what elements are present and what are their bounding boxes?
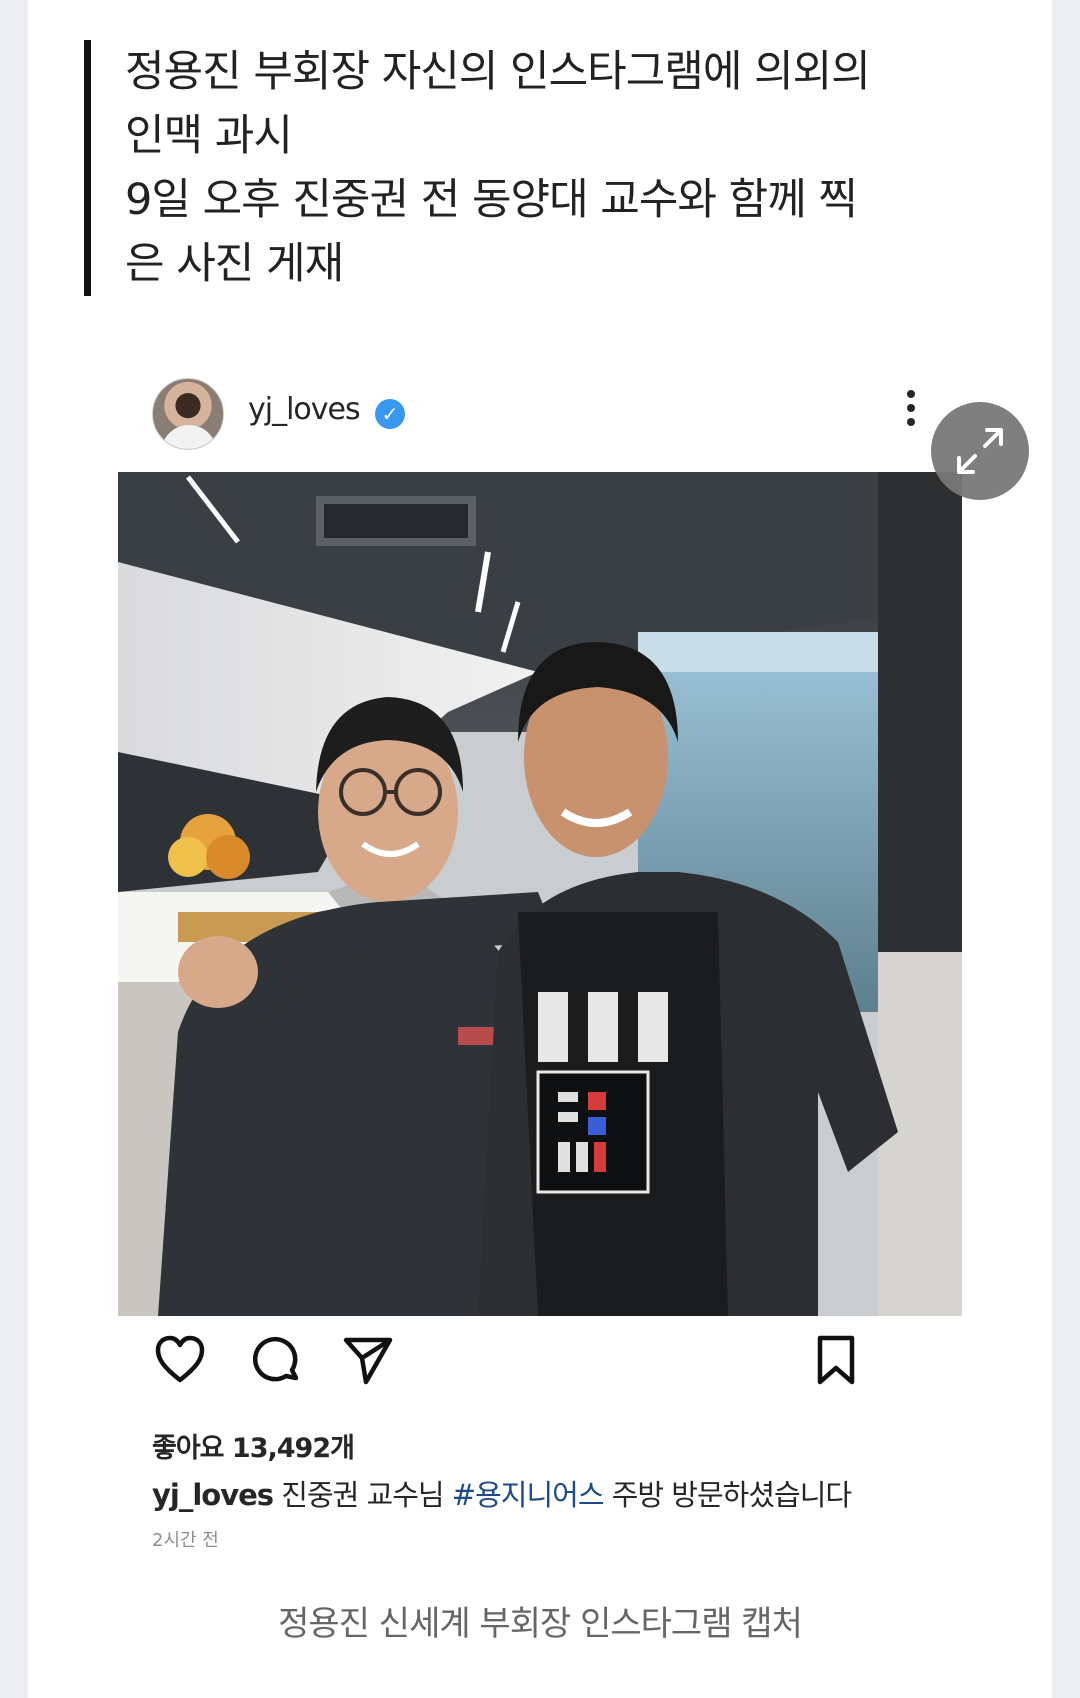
post-caption: yj_loves 진중권 교수님 #용지니어스 주방 방문하셨습니다 [152, 1472, 852, 1514]
post-photo [118, 472, 962, 1316]
caption-hashtag: #용지니어스 [451, 1478, 605, 1512]
summary-line: 9일 오후 진중권 전 동양대 교수와 함께 찍 [125, 175, 858, 225]
avatar [152, 378, 224, 450]
send-icon[interactable] [340, 1332, 396, 1388]
summary-line: 은 사진 게재 [125, 239, 344, 289]
instagram-post-screenshot: yj_loves ✓ 좋아요 13,492개 yj_loves 진중권 교수님 … [118, 372, 962, 1560]
post-time: 2시간 전 [152, 1530, 219, 1551]
caption-text: 진중권 교수님 [273, 1478, 452, 1512]
post-header: yj_loves ✓ [118, 372, 962, 472]
caption-username: yj_loves [152, 1478, 274, 1512]
comment-icon[interactable] [248, 1332, 304, 1388]
more-options-icon [904, 390, 918, 432]
post-username: yj_loves [248, 392, 361, 427]
expand-image-button[interactable] [931, 402, 1029, 500]
caption-text-end: 주방 방문하셨습니다 [603, 1478, 852, 1512]
photo-two-men-in-kitchen [118, 472, 962, 1316]
post-actions [118, 1332, 962, 1412]
article-body: 정용진 부회장 자신의 인스타그램에 의외의 인맥 과시 9일 오후 진중권 전… [28, 0, 1052, 1698]
article-summary: 정용진 부회장 자신의 인스타그램에 의외의 인맥 과시 9일 오후 진중권 전… [84, 40, 1014, 296]
expand-arrows-icon [957, 428, 1003, 474]
summary-line: 정용진 부회장 자신의 인스타그램에 의외의 [125, 47, 871, 97]
bookmark-icon[interactable] [808, 1332, 864, 1388]
verified-badge-icon: ✓ [375, 399, 405, 429]
figure-caption: 정용진 신세계 부회장 인스타그램 캡처 [278, 1604, 803, 1644]
summary-line: 인맥 과시 [125, 111, 293, 161]
heart-icon[interactable] [152, 1332, 208, 1388]
article-figure: yj_loves ✓ 좋아요 13,492개 yj_loves 진중권 교수님 … [118, 372, 962, 1560]
likes-count: 좋아요 13,492개 [152, 1433, 355, 1464]
